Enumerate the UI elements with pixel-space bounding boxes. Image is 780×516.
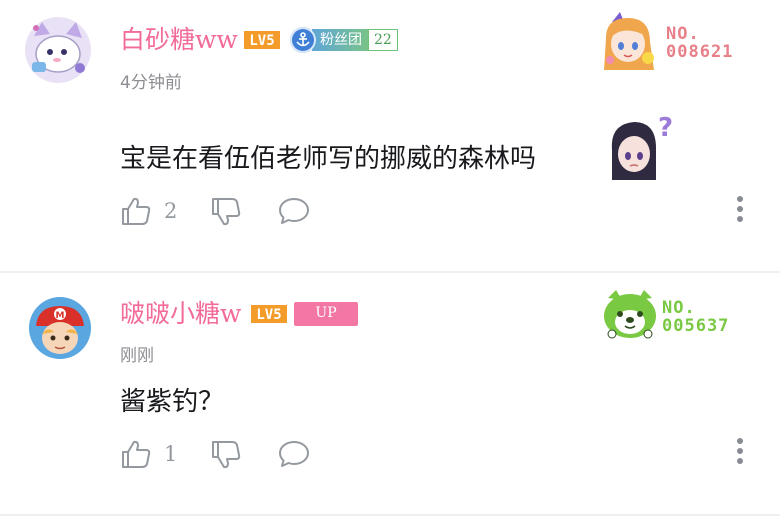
dot [737,216,743,222]
dislike-button[interactable] [210,439,242,471]
username[interactable]: 啵啵小糖w [120,301,241,326]
dot [737,458,743,464]
fan-badge-name: 粉丝团 [312,29,368,51]
user-avatar[interactable] [24,16,92,84]
dislike-button[interactable] [210,196,242,228]
dot [737,438,743,444]
vertical-dots-icon[interactable] [735,196,745,226]
fan-badge[interactable]: 粉丝团 22 [290,27,398,53]
thumbs-up-icon [122,440,151,468]
thumbs-down-icon [212,441,241,469]
comment-content[interactable]: 宝是在看伍佰老师写的挪威的森林吗 [120,146,536,172]
like-count: 2 [164,199,178,223]
chat-bubble-icon [279,198,309,224]
anime-girl-nameplate [604,12,654,70]
vertical-dots-icon[interactable] [735,438,745,468]
comment-item: 白砂糖ww LV5 粉丝团 22 4分钟前 宝是在看伍佰老师写的挪威的森林吗 ?… [0,0,780,272]
like-count: 1 [164,442,178,466]
like-button[interactable]: 2 [120,195,177,227]
level-badge: LV5 [244,31,280,49]
chat-bubble-icon [279,441,309,467]
comment-time: 刚刚 [120,346,154,366]
divider [0,271,780,273]
username[interactable]: 白砂糖ww [120,27,238,52]
green-shiba-dog-nameplate [604,290,656,339]
level-badge-text: LV5 [249,33,274,49]
comment-item: M 啵啵小糖w LV5 UP 刚刚 酱紫钓？ 1 NO. 005637 [0,274,780,516]
svg-text:?: ? [658,113,672,143]
level-badge-text: LV5 [256,307,281,323]
nameplate-number: 005637 [662,315,730,336]
up-badge: UP [294,302,358,326]
thumbs-down-icon [212,198,241,226]
dot [737,448,743,454]
comment-list: 白砂糖ww LV5 粉丝团 22 4分钟前 宝是在看伍佰老师写的挪威的森林吗 ?… [0,0,780,516]
like-button[interactable]: 1 [120,438,177,470]
dot [737,196,743,202]
reply-button[interactable] [278,439,310,469]
user-avatar[interactable]: M [28,296,92,360]
fan-nameplate: NO. 005637 [600,288,750,354]
reply-button[interactable] [278,196,310,226]
nameplate-number: 008621 [666,41,734,62]
dot [737,206,743,212]
fan-badge-level: 22 [368,29,398,51]
confused-anime-girl-sticker: ? [600,110,673,180]
fan-nameplate: NO. 008621 [598,8,748,74]
thumbs-up-icon [122,197,151,225]
comment-content[interactable]: 酱紫钓？ [120,389,224,415]
level-badge: LV5 [251,305,287,323]
comment-time: 4分钟前 [120,73,182,93]
anchor-icon [290,27,316,53]
svg-text:M: M [56,311,65,321]
